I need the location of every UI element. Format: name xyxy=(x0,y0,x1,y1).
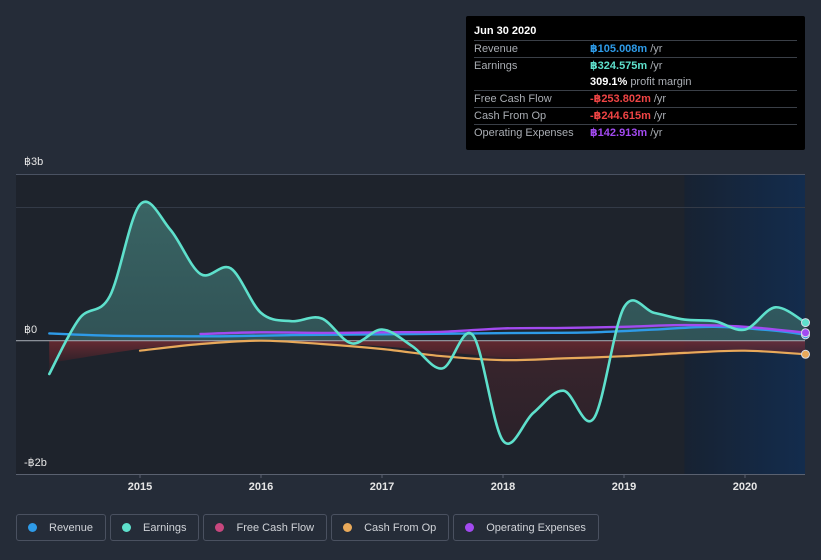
y-tick-label-top: ฿3b xyxy=(24,156,44,168)
tooltip-row-revenue: Revenue ฿105.008m /yr xyxy=(474,41,797,58)
tooltip-row-cash-from-op: Cash From Op -฿244.615m /yr xyxy=(474,108,797,125)
legend-label: Free Cash Flow xyxy=(236,521,315,534)
legend-label: Cash From Op xyxy=(364,521,437,534)
legend-item-earnings[interactable]: Earnings xyxy=(110,514,200,541)
cash-from-op-end-marker xyxy=(801,349,810,359)
operating-expenses-end-marker xyxy=(801,328,810,338)
legend-label: Operating Expenses xyxy=(486,521,586,534)
legend-item-cash-from-op[interactable]: Cash From Op xyxy=(331,514,450,541)
earnings-end-marker xyxy=(801,318,810,328)
tooltip-row-operating-expenses: Operating Expenses ฿142.913m /yr xyxy=(474,125,797,141)
legend-dot-icon xyxy=(122,523,132,532)
profit-margin-text: profit margin xyxy=(630,76,692,88)
tooltip-date: Jun 30 2020 xyxy=(474,22,797,41)
legend-dot-icon xyxy=(465,523,475,532)
x-tick-label-2018: 2018 xyxy=(490,481,516,493)
tooltip-unit: /yr xyxy=(653,110,667,122)
tooltip-row-earnings: Earnings ฿324.575m /yr xyxy=(474,58,797,74)
y-tick-label-bottom: -฿2b xyxy=(24,457,47,469)
tooltip-value: -฿253.802m xyxy=(590,93,651,105)
legend-item-free-cash-flow[interactable]: Free Cash Flow xyxy=(203,514,328,541)
legend-dot-icon xyxy=(343,523,353,532)
tooltip-unit: /yr xyxy=(653,93,667,105)
tooltip-value: ฿105.008m xyxy=(590,43,648,55)
x-tick-label-2020: 2020 xyxy=(732,481,758,493)
tooltip-label: Earnings xyxy=(474,60,518,72)
tooltip-label: Revenue xyxy=(474,43,519,55)
x-tick-label-2015: 2015 xyxy=(127,481,153,493)
plot-area xyxy=(16,174,810,478)
tooltip-value: ฿142.913m xyxy=(590,127,648,139)
tooltip-row-free-cash-flow: Free Cash Flow -฿253.802m /yr xyxy=(474,91,797,108)
tooltip-unit: /yr xyxy=(650,60,663,72)
tooltip-label: Cash From Op xyxy=(474,110,547,122)
legend-dot-icon xyxy=(28,523,37,532)
legend-item-operating-expenses[interactable]: Operating Expenses xyxy=(453,514,599,541)
profit-margin-value: 309.1% xyxy=(590,76,628,88)
tooltip-label: Free Cash Flow xyxy=(474,93,552,105)
tooltip-value: -฿244.615m xyxy=(590,110,651,122)
tooltip-row-profit-margin: 309.1% profit margin xyxy=(474,74,797,91)
x-tick-label-2017: 2017 xyxy=(369,481,395,493)
legend-label: Earnings xyxy=(143,521,187,534)
tooltip-unit: /yr xyxy=(650,127,663,139)
legend-label: Revenue xyxy=(49,521,94,534)
tooltip-unit: /yr xyxy=(650,43,663,55)
x-tick-label-2016: 2016 xyxy=(248,481,274,493)
tooltip-value: ฿324.575m xyxy=(590,60,648,72)
legend-dot-icon xyxy=(215,523,225,532)
legend-item-revenue[interactable]: Revenue xyxy=(16,514,107,541)
x-tick-label-2019: 2019 xyxy=(611,481,637,493)
tooltip-label: Operating Expenses xyxy=(474,127,574,139)
chart-legend: Revenue Earnings Free Cash Flow Cash Fro… xyxy=(16,514,599,541)
y-tick-label-zero: ฿0 xyxy=(24,324,38,336)
data-tooltip: Jun 30 2020 Revenue ฿105.008m /yr Earnin… xyxy=(466,16,805,150)
